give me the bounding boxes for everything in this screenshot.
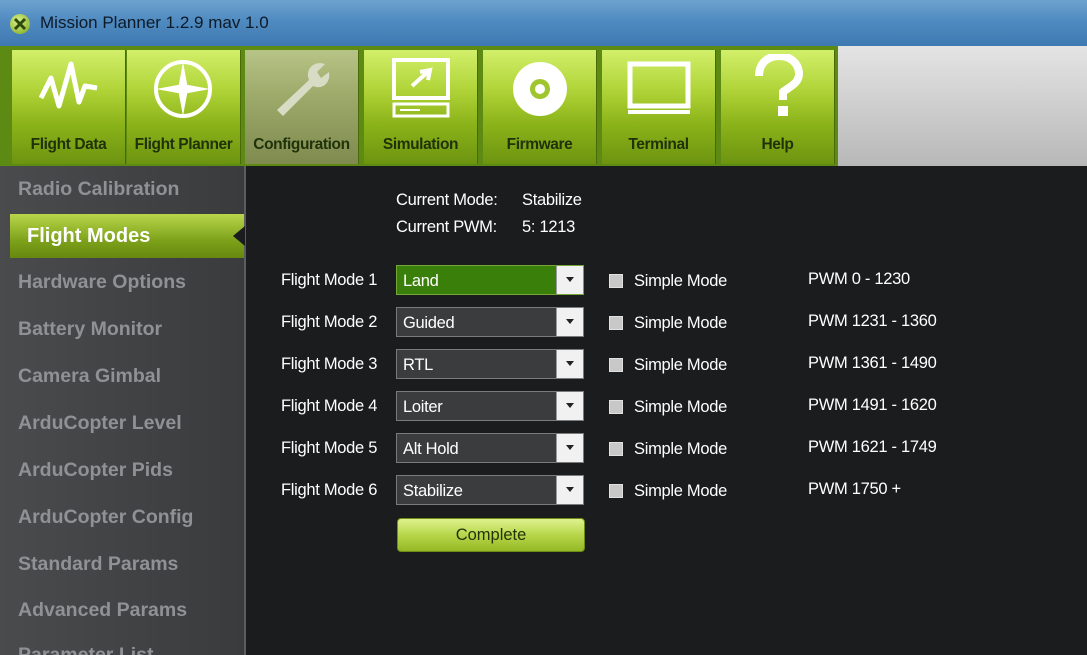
dropdown-arrow-icon[interactable]	[556, 476, 583, 504]
sidebar-item-camera-gimbal[interactable]: Camera Gimbal	[18, 365, 161, 388]
selected-mode-value: Stabilize	[403, 482, 463, 500]
title-bar: Mission Planner 1.2.9 mav 1.0	[0, 0, 1087, 46]
pwm-range-label: PWM 0 - 1230	[808, 270, 910, 288]
sidebar-item-arducopter-pids[interactable]: ArduCopter Pids	[18, 459, 173, 482]
terminal-button[interactable]: Terminal	[602, 50, 716, 164]
sidebar-item-hardware-options[interactable]: Hardware Options	[18, 271, 186, 294]
pwm-range-label: PWM 1750 +	[808, 480, 901, 498]
app-logo-icon	[10, 14, 30, 34]
flight-planner-label: Flight Planner	[134, 136, 233, 153]
disc-icon	[513, 62, 567, 116]
sidebar-item-flight-modes[interactable]: Flight Modes	[10, 214, 244, 258]
help-label: Help	[761, 136, 794, 153]
main-toolbar: Flight Data Flight Planner Configuration…	[0, 46, 1087, 166]
selected-mode-value: Alt Hold	[403, 440, 459, 458]
flight-mode-label: Flight Mode 3	[281, 355, 378, 373]
simple-mode-label: Simple Mode	[634, 482, 727, 500]
firmware-label: Firmware	[506, 136, 573, 153]
simple-mode-label: Simple Mode	[634, 272, 727, 290]
pwm-range-label: PWM 1621 - 1749	[808, 438, 937, 456]
simple-mode-checkbox[interactable]	[609, 316, 623, 330]
flight-mode-label: Flight Mode 1	[281, 271, 378, 289]
pwm-range-label: PWM 1361 - 1490	[808, 354, 937, 372]
flight-mode-label: Flight Mode 2	[281, 313, 378, 331]
flight-data-label: Flight Data	[30, 136, 107, 153]
flight-mode-label: Flight Mode 5	[281, 439, 378, 457]
configuration-button[interactable]: Configuration	[245, 50, 359, 164]
compass-icon	[154, 60, 212, 118]
sidebar-item-advanced-params[interactable]: Advanced Params	[18, 599, 187, 622]
firmware-button[interactable]: Firmware	[483, 50, 597, 164]
simple-mode-checkbox[interactable]	[609, 442, 623, 456]
simulation-button[interactable]: Simulation	[364, 50, 478, 164]
flight-modes-panel: Current Mode: Stabilize Current PWM: 5: …	[246, 166, 1087, 655]
simple-mode-label: Simple Mode	[634, 356, 727, 374]
simple-mode-checkbox[interactable]	[609, 400, 623, 414]
selected-mode-value: Loiter	[403, 398, 443, 416]
sidebar-item-battery-monitor[interactable]: Battery Monitor	[18, 318, 162, 341]
dropdown-arrow-icon[interactable]	[556, 350, 583, 378]
selected-mode-value: Guided	[403, 314, 455, 332]
sidebar-item-arducopter-config[interactable]: ArduCopter Config	[18, 506, 193, 529]
dropdown-arrow-icon[interactable]	[556, 392, 583, 420]
flight-mode-label: Flight Mode 4	[281, 397, 378, 415]
question-mark-icon	[755, 54, 804, 116]
flight-mode-label: Flight Mode 6	[281, 481, 378, 499]
configuration-label: Configuration	[253, 136, 350, 153]
simulation-computer-icon	[392, 58, 450, 118]
pwm-range-label: PWM 1231 - 1360	[808, 312, 937, 330]
wrench-icon	[277, 63, 330, 116]
flight-mode-2-select[interactable]: Guided	[396, 307, 584, 337]
flight-mode-5-select[interactable]: Alt Hold	[396, 433, 584, 463]
help-button[interactable]: Help	[721, 50, 835, 164]
flight-data-icon	[39, 61, 98, 109]
simple-mode-checkbox[interactable]	[609, 274, 623, 288]
simple-mode-label: Simple Mode	[634, 440, 727, 458]
config-sidebar: Radio Calibration Flight Modes Hardware …	[0, 166, 246, 655]
simple-mode-checkbox[interactable]	[609, 484, 623, 498]
current-pwm-value: 5: 1213	[522, 218, 575, 236]
simple-mode-label: Simple Mode	[634, 314, 727, 332]
current-mode-value: Stabilize	[522, 191, 582, 209]
current-mode-label: Current Mode:	[396, 191, 498, 209]
dropdown-arrow-icon[interactable]	[556, 308, 583, 336]
flight-mode-3-select[interactable]: RTL	[396, 349, 584, 379]
selected-mode-value: RTL	[403, 356, 433, 374]
flight-mode-4-select[interactable]: Loiter	[396, 391, 584, 421]
flight-planner-button[interactable]: Flight Planner	[127, 50, 241, 164]
dropdown-arrow-icon[interactable]	[556, 434, 583, 462]
flight-data-button[interactable]: Flight Data	[12, 50, 126, 164]
flight-mode-1-select[interactable]: Land	[396, 265, 584, 295]
simulation-label: Simulation	[382, 136, 459, 153]
sidebar-item-arducopter-level[interactable]: ArduCopter Level	[18, 412, 182, 435]
dropdown-arrow-icon[interactable]	[556, 266, 583, 294]
current-pwm-label: Current PWM:	[396, 218, 497, 236]
flight-mode-6-select[interactable]: Stabilize	[396, 475, 584, 505]
window-title: Mission Planner 1.2.9 mav 1.0	[40, 13, 269, 32]
pwm-range-label: PWM 1491 - 1620	[808, 396, 937, 414]
sidebar-item-radio-calibration[interactable]: Radio Calibration	[18, 178, 179, 201]
sidebar-item-label: Flight Modes	[27, 225, 151, 247]
sidebar-item-standard-params[interactable]: Standard Params	[18, 553, 178, 576]
selected-mode-value: Land	[403, 272, 439, 290]
terminal-label: Terminal	[628, 136, 689, 153]
complete-button[interactable]: Complete	[397, 518, 585, 552]
active-item-pointer	[233, 226, 245, 246]
simple-mode-label: Simple Mode	[634, 398, 727, 416]
simple-mode-checkbox[interactable]	[609, 358, 623, 372]
sidebar-item-parameter-list[interactable]: Parameter List	[18, 644, 153, 655]
terminal-icon	[627, 61, 691, 114]
